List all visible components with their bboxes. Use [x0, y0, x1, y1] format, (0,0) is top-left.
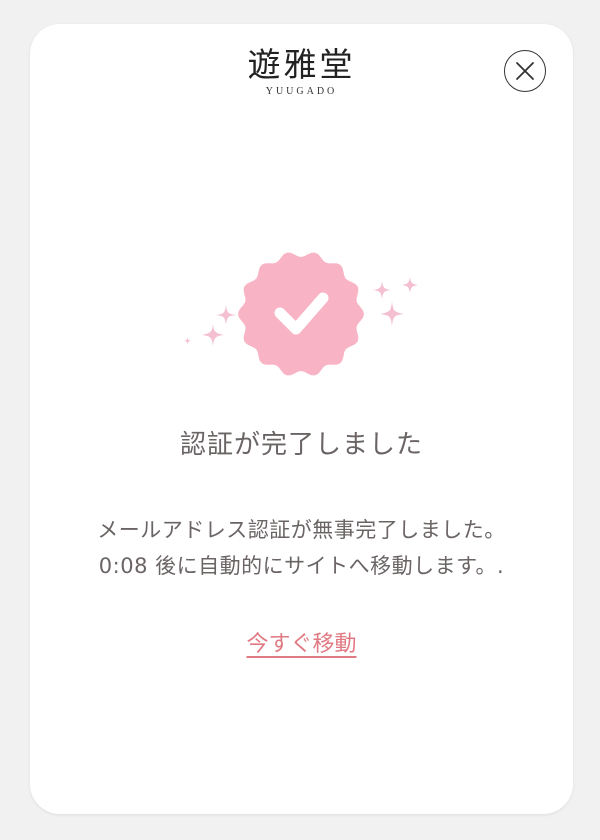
- message-line-1: メールアドレス認証が無事完了しました。: [97, 518, 506, 542]
- sparkle-icon: [202, 324, 224, 346]
- close-button[interactable]: [504, 50, 546, 92]
- check-badge-icon: [238, 252, 364, 376]
- logo-sub-text: YUUGADO: [265, 86, 338, 97]
- verification-complete-modal: 遊雅堂 YUUGADO 認証が完了しました メールアドレス認証が無事完了しました…: [30, 24, 573, 814]
- sparkle-icon: [373, 281, 391, 299]
- success-illustration: [30, 234, 573, 384]
- modal-header: 遊雅堂 YUUGADO: [30, 24, 573, 120]
- sparkle-icon: [216, 305, 236, 325]
- close-icon: [516, 62, 534, 80]
- sparkle-icon: [402, 277, 418, 293]
- message-line-2: 0:08 後に自動的にサイトへ移動します。.: [30, 548, 573, 584]
- sparkle-icon: [380, 301, 404, 326]
- sparkle-icon: [184, 337, 191, 345]
- move-now-container: 今すぐ移動: [30, 626, 573, 658]
- move-now-link[interactable]: 今すぐ移動: [246, 632, 356, 657]
- redirect-text: 後に自動的にサイトへ移動します。.: [147, 554, 505, 578]
- logo-main-text: 遊雅堂: [247, 45, 356, 84]
- page-title: 認証が完了しました: [179, 430, 423, 460]
- status-message: メールアドレス認証が無事完了しました。 0:08 後に自動的にサイトへ移動します…: [30, 512, 573, 584]
- brand-logo: 遊雅堂 YUUGADO: [30, 45, 573, 98]
- countdown-timer: 0:08: [98, 554, 148, 578]
